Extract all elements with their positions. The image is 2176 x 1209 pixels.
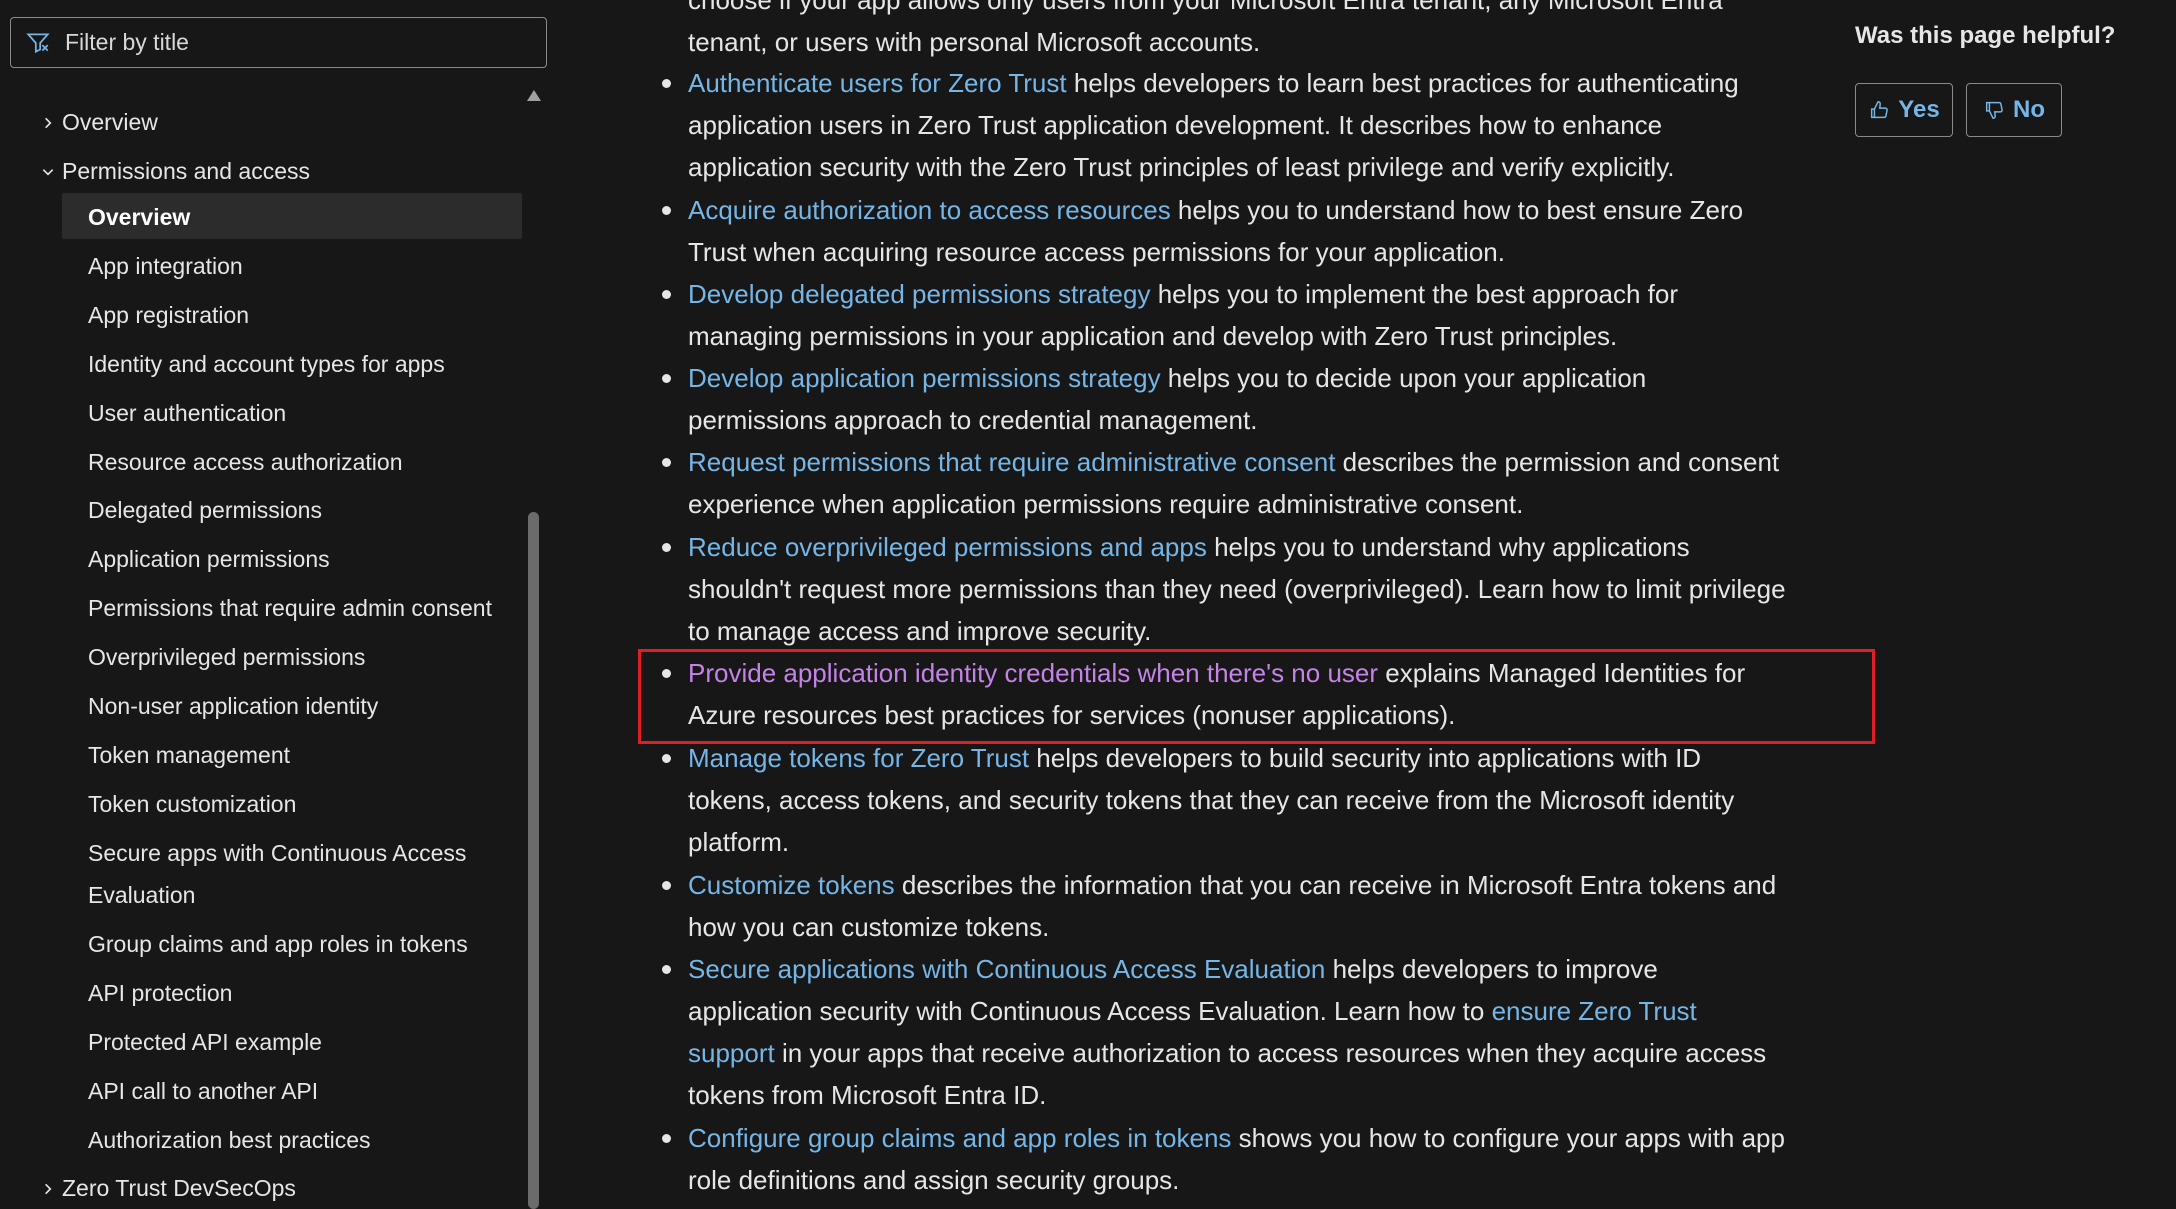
list-item-text: Develop application permissions strategy…: [688, 357, 1788, 441]
fragment-line: choose if your app allows only users fro…: [688, 0, 1723, 15]
paragraph-fragment: choose if your app allows only users fro…: [688, 0, 1723, 63]
thumbs-down-icon: [1985, 101, 2003, 119]
toc-item-label: Non-user application identity: [88, 693, 379, 719]
scroll-thumb[interactable]: [528, 512, 539, 1209]
thumbs-up-icon: [1871, 101, 1889, 119]
no-label: No: [2013, 96, 2045, 123]
list-item-text: Authenticate users for Zero Trust helps …: [688, 62, 1788, 188]
yes-button[interactable]: Yes: [1855, 83, 1953, 137]
toc-item-continuous-access-evaluation[interactable]: Secure apps with Continuous Access Evalu…: [0, 840, 522, 924]
bullet-dot: [662, 754, 671, 763]
toc-item-label: Delegated permissions: [88, 497, 322, 523]
bullet-dot: [662, 374, 671, 383]
link-manage-tokens[interactable]: Manage tokens for Zero Trust: [688, 743, 1029, 773]
link-configure-group-claims[interactable]: Configure group claims and app roles in …: [688, 1123, 1231, 1153]
bullet-dot: [662, 881, 671, 890]
toc-item-label: Token management: [88, 742, 291, 768]
link-delegated-permissions-strategy[interactable]: Develop delegated permissions strategy: [688, 279, 1150, 309]
list-item-text: Reduce overprivileged permissions and ap…: [688, 526, 1788, 652]
fragment-line: tenant, or users with personal Microsoft…: [688, 27, 1261, 57]
filter-icon: [26, 32, 50, 53]
toc-item-label: Authorization best practices: [88, 1127, 371, 1153]
bullet-dot: [662, 1134, 671, 1143]
toc-item-label: User authentication: [88, 400, 287, 426]
list-item-text: Develop delegated permissions strategy h…: [688, 273, 1788, 357]
bullet-dot: [662, 965, 671, 974]
scroll-up-arrow-icon[interactable]: [527, 90, 541, 101]
bullet-dot: [662, 290, 671, 299]
yes-label: Yes: [1898, 96, 1940, 123]
link-acquire-authorization[interactable]: Acquire authorization to access resource…: [688, 195, 1171, 225]
toc-item-label: Zero Trust DevSecOps: [62, 1175, 296, 1201]
table-of-contents: Overview Permissions and access Overview…: [0, 0, 560, 1209]
link-authenticate-users[interactable]: Authenticate users for Zero Trust: [688, 68, 1067, 98]
highlight-box: [638, 649, 1875, 744]
filter-input[interactable]: [65, 29, 505, 56]
bullet-dot: [662, 458, 671, 467]
link-request-admin-consent[interactable]: Request permissions that require adminis…: [688, 447, 1335, 477]
list-item-text: Manage tokens for Zero Trust helps devel…: [688, 737, 1788, 863]
toc-item-label: API call to another API: [88, 1078, 319, 1104]
feedback-title: Was this page helpful?: [1855, 22, 2116, 49]
toc-item-label: Permissions that require admin consent: [88, 595, 492, 621]
chevron-right-icon: [38, 113, 58, 133]
toc-scrollbar[interactable]: [524, 84, 544, 1209]
toc-item-label: Protected API example: [88, 1029, 322, 1055]
list-item-text: Secure applications with Continuous Acce…: [688, 948, 1788, 1116]
toc-item-label: Identity and account types for apps: [88, 351, 445, 377]
list-item-text: Configure group claims and app roles in …: [688, 1117, 1788, 1201]
toc-item-label: Resource access authorization: [88, 449, 403, 475]
toc-item-label: Group claims and app roles in tokens: [88, 931, 468, 957]
toc-item-label: API protection: [88, 980, 233, 1006]
list-item-text: Customize tokens describes the informati…: [688, 864, 1788, 948]
chevron-down-icon: [38, 162, 58, 182]
link-reduce-overprivileged[interactable]: Reduce overprivileged permissions and ap…: [688, 532, 1207, 562]
list-item-text: Request permissions that require adminis…: [688, 441, 1788, 525]
toc-item-label: Permissions and access: [62, 158, 310, 184]
toc-item-overview-active[interactable]: Overview: [62, 193, 522, 239]
list-item-description: in your apps that receive authorization …: [688, 1038, 1767, 1110]
bullet-dot: [662, 543, 671, 552]
filter-box[interactable]: [10, 17, 547, 68]
toc-item-label: Overprivileged permissions: [88, 644, 366, 670]
toc-item-label: Secure apps with Continuous Access: [88, 840, 467, 866]
toc-item-label: Overview: [88, 204, 191, 230]
toc-item-label: App registration: [88, 302, 250, 328]
link-secure-apps-cae[interactable]: Secure applications with Continuous Acce…: [688, 954, 1325, 984]
toc-item-label: App integration: [88, 253, 243, 279]
toc-item-label-line2: Evaluation: [88, 882, 196, 908]
bullet-dot: [662, 79, 671, 88]
list-item-text: Acquire authorization to access resource…: [688, 189, 1788, 273]
link-application-permissions-strategy[interactable]: Develop application permissions strategy: [688, 363, 1161, 393]
link-customize-tokens[interactable]: Customize tokens: [688, 870, 895, 900]
chevron-right-icon: [38, 1179, 58, 1199]
no-button[interactable]: No: [1966, 83, 2062, 137]
toc-item-label: Overview: [62, 109, 158, 135]
toc-item-label: Application permissions: [88, 546, 330, 572]
toc-item-label: Token customization: [88, 791, 297, 817]
bullet-dot: [662, 206, 671, 215]
